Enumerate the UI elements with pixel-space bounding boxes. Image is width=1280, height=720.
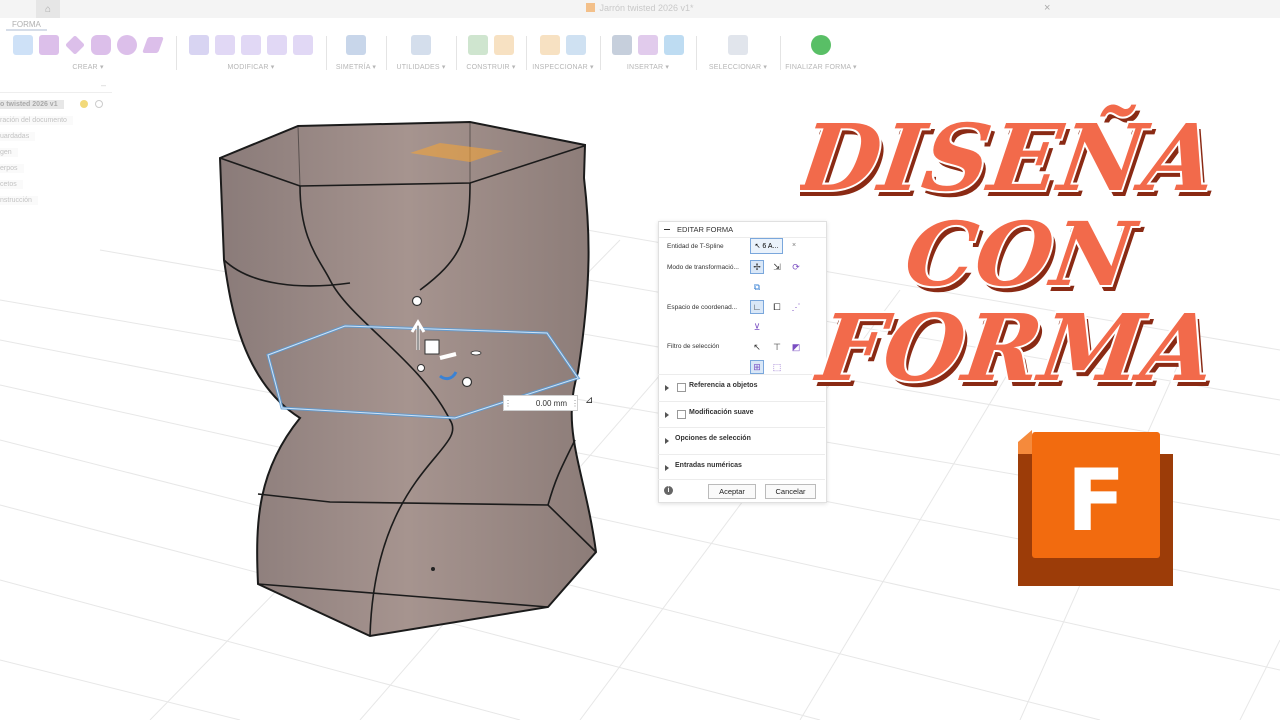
- dimension-options-icon[interactable]: ⊿: [585, 395, 593, 406]
- promo-title: DISEÑA DISEÑA CON CON FORMA FORMA: [800, 101, 1227, 407]
- edge-filter-icon[interactable]: ⊤: [770, 340, 784, 354]
- body-filter-icon[interactable]: ⬚: [770, 360, 784, 374]
- fusion-logo: F: [1018, 430, 1173, 586]
- scale-icon[interactable]: ⧉: [750, 280, 764, 294]
- clear-selection-icon[interactable]: ×: [792, 242, 796, 249]
- info-icon[interactable]: i: [664, 486, 673, 495]
- world-space-icon[interactable]: ⧠: [770, 300, 784, 314]
- all-filter-icon[interactable]: ⊞: [750, 360, 764, 374]
- transform-mode-label: Modo de transformació...: [667, 264, 739, 271]
- parent-space-icon[interactable]: ⊻: [750, 320, 764, 334]
- accept-button[interactable]: Aceptar: [708, 484, 756, 499]
- expand-icon: [665, 412, 669, 418]
- view-space-icon[interactable]: ∟: [750, 300, 764, 314]
- tspline-entity-label: Entidad de T-Spline: [667, 243, 724, 250]
- referencia-checkbox[interactable]: [677, 383, 686, 392]
- cursor-icon: ↖: [754, 243, 763, 250]
- modificacion-checkbox[interactable]: [677, 410, 686, 419]
- tspline-entity-selector[interactable]: ↖ 6 A...: [750, 238, 783, 254]
- coordinate-space-label: Espacio de coordenad...: [667, 304, 738, 311]
- promo-line-1: DISEÑA: [800, 103, 1223, 211]
- promo-line-3: FORMA: [809, 293, 1222, 401]
- expand-icon: [665, 385, 669, 391]
- selection-filter-label: Filtro de selección: [667, 343, 720, 350]
- vertex-filter-icon[interactable]: ↖: [750, 340, 764, 354]
- translate-icon[interactable]: ⇲: [770, 260, 784, 274]
- cancel-button[interactable]: Cancelar: [765, 484, 816, 499]
- multi-transform-icon[interactable]: ✢: [750, 260, 764, 274]
- dimension-input[interactable]: ⋮ 0.00 mm ⋮: [503, 395, 579, 411]
- panel-footer: i Aceptar Cancelar: [658, 479, 825, 502]
- expand-icon: [665, 465, 669, 471]
- logo-letter: F: [1067, 451, 1126, 551]
- section-opciones-seleccion[interactable]: Opciones de selección: [658, 427, 825, 454]
- section-entradas-numericas[interactable]: Entradas numéricas: [658, 454, 825, 481]
- promo-line-2: CON: [899, 202, 1144, 305]
- expand-icon: [665, 438, 669, 444]
